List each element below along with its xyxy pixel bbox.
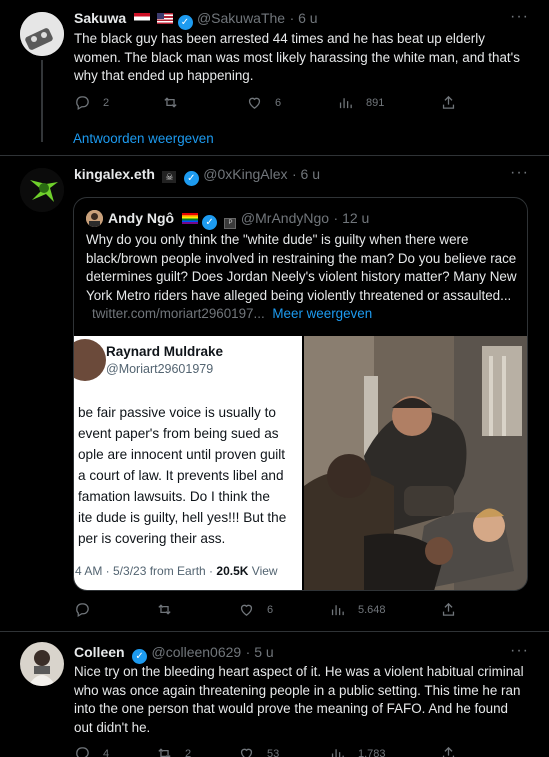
quoted-url[interactable]: twitter.com/moriart2960197... (92, 306, 265, 321)
heart-icon (240, 748, 253, 757)
view-count: 1.783 (358, 747, 386, 757)
divider (0, 155, 549, 156)
author-handle[interactable]: @0xKingAlex (203, 166, 287, 182)
views-button[interactable]: 891 (337, 94, 384, 111)
author-name[interactable]: kingalex.eth (74, 166, 155, 182)
like-count: 6 (267, 603, 274, 616)
views-button[interactable]: 1.783 (329, 745, 386, 757)
subway-photo (304, 336, 527, 590)
quoted-tweet-card[interactable]: Andy Ngô ✓ P @MrAndyNgo · 12 u Why do yo… (73, 197, 528, 591)
author-handle[interactable]: @colleen0629 (151, 644, 241, 660)
embedded-views-label: View (251, 564, 278, 578)
timestamp[interactable]: · 6 u (290, 10, 318, 26)
embedded-text-line: event paper's from being sued as (78, 426, 279, 441)
flag-icon (133, 13, 150, 24)
rainbow-flag-icon (181, 213, 198, 224)
share-icon (442, 746, 455, 757)
reply-icon (76, 96, 89, 111)
embedded-meta: 4 AM · 5/3/23 from Earth · (75, 564, 214, 578)
reply-count: 2 (103, 96, 110, 109)
avatar-image (86, 210, 103, 227)
share-button[interactable] (440, 745, 457, 757)
show-more-link[interactable]: Meer weergeven (272, 306, 372, 321)
reply-button[interactable] (74, 601, 103, 618)
avatar-image (20, 168, 64, 212)
verified-badge-icon: ✓ (177, 15, 193, 30)
like-count: 6 (275, 96, 282, 109)
like-button[interactable]: 6 (246, 94, 281, 111)
author-name[interactable]: Colleen (74, 644, 125, 660)
embedded-avatar (74, 339, 106, 381)
show-replies-link[interactable]: Antwoorden weergeven (73, 131, 214, 146)
avatar-image (20, 12, 64, 56)
more-options-icon[interactable]: ··· (510, 642, 529, 660)
reply-icon (76, 603, 89, 618)
embedded-text-line: per is covering their ass. (78, 531, 226, 546)
avatar[interactable] (20, 168, 64, 212)
retweet-button[interactable] (162, 94, 191, 111)
us-flag-icon (157, 13, 174, 24)
like-button[interactable]: 53 (238, 745, 279, 757)
views-icon (331, 749, 344, 757)
embedded-text-line: a court of law. It prevents libel and (78, 468, 284, 483)
quoted-timestamp: · 12 u (333, 210, 370, 226)
heart-icon (248, 97, 261, 109)
embedded-text-line: famation lawsuits. Do I think the (78, 489, 270, 504)
retweet-icon (158, 748, 171, 757)
timestamp[interactable]: · 6 u (292, 166, 320, 182)
view-count: 891 (366, 96, 385, 109)
share-button[interactable] (440, 94, 457, 111)
author-name[interactable]: Sakuwa (74, 10, 126, 26)
like-button[interactable]: 6 (238, 601, 273, 618)
verified-badge-icon: ✓ (183, 171, 199, 186)
retweet-button[interactable] (156, 601, 185, 618)
share-icon (442, 602, 455, 616)
share-icon (442, 95, 455, 109)
timestamp[interactable]: · 5 u (246, 644, 274, 660)
reply-icon (76, 747, 89, 757)
embedded-author-name: Raynard Muldrake (106, 344, 224, 359)
embedded-views: 20.5K (216, 564, 249, 578)
verified-badge-icon: ✓ (202, 215, 218, 230)
retweet-icon (158, 604, 171, 615)
reply-count: 4 (103, 747, 110, 757)
heart-icon (240, 604, 253, 616)
quoted-image-photo[interactable] (304, 336, 527, 590)
author-handle[interactable]: @SakuwaThe (197, 10, 285, 26)
more-options-icon[interactable]: ··· (510, 164, 529, 182)
reply-button[interactable]: 4 (74, 745, 109, 757)
tweet-text: Nice try on the bleeding heart aspect of… (74, 664, 524, 735)
embedded-author-handle: @Moriart29601979 (106, 362, 214, 376)
avatar[interactable] (20, 12, 64, 56)
reply-button[interactable]: 2 (74, 94, 109, 111)
more-options-icon[interactable]: ··· (510, 8, 529, 26)
pirate-flag-icon: ☠ (162, 171, 177, 183)
quoted-image-screenshot[interactable]: Raynard Muldrake @Moriart29601979 be fai… (74, 336, 302, 590)
avatar[interactable] (20, 642, 64, 686)
views-icon (331, 605, 344, 616)
embedded-text-line: be fair passive voice is usually to (78, 405, 276, 420)
quoted-avatar[interactable] (86, 210, 103, 227)
views-button[interactable]: 5.648 (329, 601, 386, 618)
divider (0, 631, 549, 632)
verified-badge-icon: ✓ (132, 649, 148, 664)
share-button[interactable] (440, 601, 457, 618)
retweet-count: 2 (185, 747, 192, 757)
affiliate-badge-icon: P (224, 218, 237, 229)
quoted-author-handle: @MrAndyNgo (240, 210, 330, 226)
avatar-image (20, 642, 64, 686)
embedded-text-line: ople are innocent until proven guilt (78, 447, 286, 462)
retweet-icon (164, 97, 177, 108)
view-count: 5.648 (358, 603, 386, 616)
tweet-text: The black guy has been arrested 44 times… (74, 31, 520, 83)
embedded-text-line: ite dude is guilty, hell yes!!! But the (78, 510, 287, 525)
like-count: 53 (267, 747, 280, 757)
quoted-tweet-text: Why do you only think the "white dude" i… (86, 232, 517, 303)
thread-dots: · · · (40, 122, 45, 148)
quoted-author-name: Andy Ngô (108, 210, 175, 226)
retweet-button[interactable]: 2 (156, 745, 191, 757)
views-icon (339, 98, 352, 109)
